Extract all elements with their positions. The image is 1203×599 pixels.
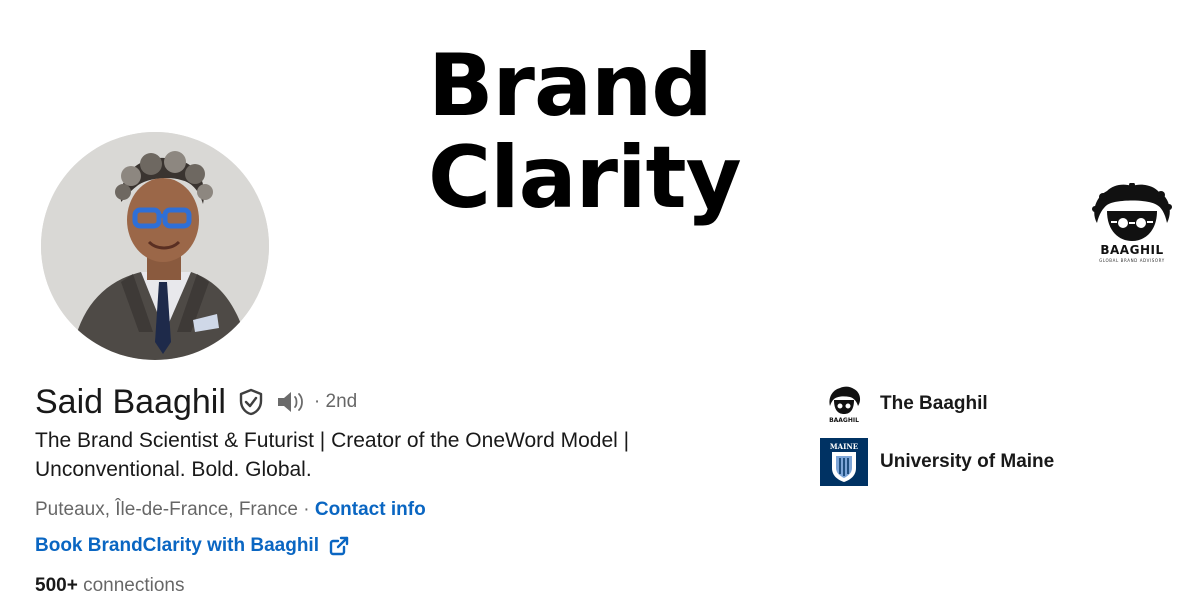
profile-photo-image <box>41 132 269 360</box>
banner-title-line1: Brand <box>428 36 713 136</box>
education-university-of-maine[interactable]: MAINE University of Maine <box>820 438 1054 486</box>
profile-photo[interactable] <box>41 132 269 360</box>
maine-logo-text: MAINE <box>830 442 858 451</box>
banner-title: Brand Clarity <box>428 36 742 228</box>
school-name: University of Maine <box>880 451 1055 472</box>
website-row: Book BrandClarity with Baaghil <box>35 535 349 557</box>
logo-tagline: GLOBAL BRAND ADVISORY <box>1099 258 1165 263</box>
baaghil-logo: BAAGHIL GLOBAL BRAND ADVISORY <box>1087 183 1177 263</box>
website-link[interactable]: Book BrandClarity with Baaghil <box>35 535 319 557</box>
separator-dot: · <box>303 499 310 520</box>
external-link-icon[interactable] <box>329 536 349 556</box>
location-row: Puteaux, Île-de-France, France · Contact… <box>35 497 426 523</box>
connections-count[interactable]: 500+ connections <box>35 573 184 599</box>
verified-shield-icon[interactable] <box>238 388 264 416</box>
banner-title-line2: Clarity <box>428 128 742 228</box>
baaghil-logo-text: BAAGHIL <box>829 417 859 424</box>
contact-info-link[interactable]: Contact info <box>315 499 426 520</box>
company-name: The Baaghil <box>880 393 988 414</box>
current-company-baaghil[interactable]: BAAGHIL The Baaghil <box>820 380 988 428</box>
profile-name: Said Baaghil <box>35 382 226 421</box>
name-row: Said Baaghil · 2nd <box>35 381 357 423</box>
university-shield-icon: MAINE <box>820 438 868 486</box>
logo-wordmark: BAAGHIL <box>1100 243 1164 257</box>
baaghil-company-logo-icon: BAAGHIL <box>820 380 868 428</box>
name-pronunciation-speaker-icon[interactable] <box>276 389 308 415</box>
connections-number: 500+ <box>35 575 78 596</box>
profile-headline: The Brand Scientist & Futurist | Creator… <box>35 429 630 481</box>
baaghil-face-icon <box>1092 183 1172 241</box>
connections-label: connections <box>83 575 185 596</box>
profile-location: Puteaux, Île-de-France, France <box>35 499 298 520</box>
connection-degree: · 2nd <box>313 391 358 412</box>
